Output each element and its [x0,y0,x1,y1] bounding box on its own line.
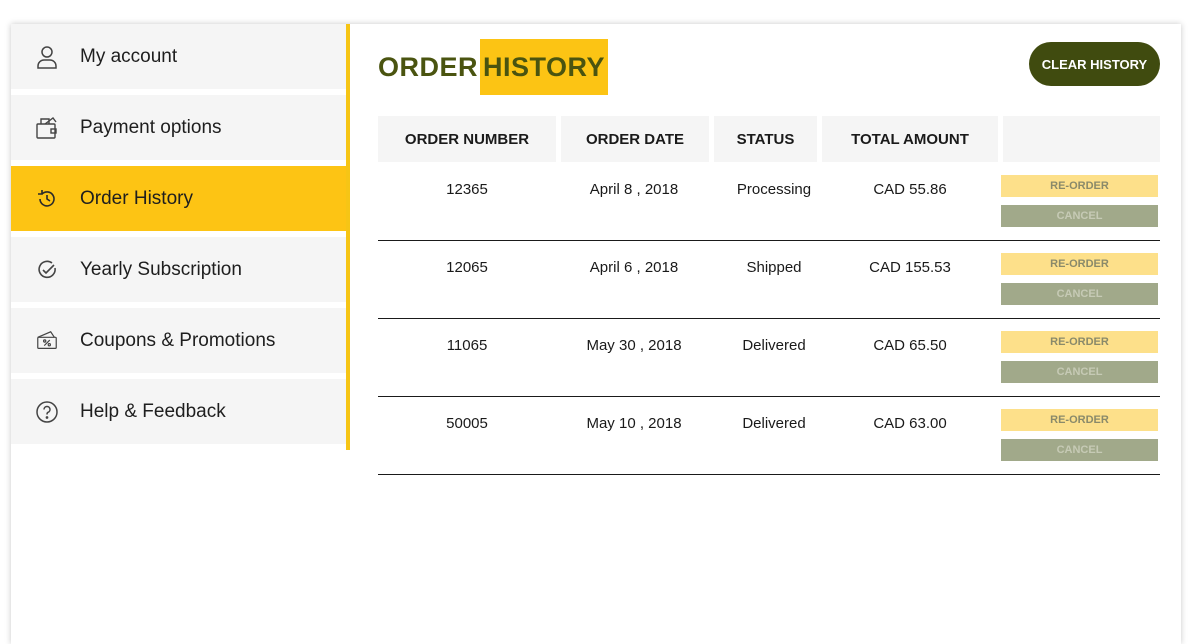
column-header-total-amount: TOTAL AMOUNT [822,116,998,162]
reorder-button[interactable]: RE-ORDER [1001,175,1158,197]
table-row: 11065 May 30 , 2018 Delivered CAD 65.50 … [378,318,1160,397]
help-icon [35,400,59,424]
account-panel: My account Payment options Order History… [11,24,1181,644]
sidebar-item-my-account[interactable]: My account [11,24,346,89]
order-status: Delivered [742,337,806,354]
order-number: 50005 [446,415,488,432]
order-status: Shipped [746,259,802,276]
page-title-part1: ORDER [378,52,479,82]
order-total: CAD 155.53 [869,259,951,276]
order-date: April 8 , 2018 [589,181,679,198]
column-header-order-date: ORDER DATE [561,116,709,162]
sidebar-item-payment-options[interactable]: Payment options [11,95,346,160]
table-row: 50005 May 10 , 2018 Delivered CAD 63.00 … [378,396,1160,475]
column-header-actions [1003,116,1160,162]
order-status: Delivered [742,415,806,432]
column-header-status: STATUS [714,116,817,162]
order-date: May 10 , 2018 [586,415,682,432]
table-row: 12365 April 8 , 2018 Processing CAD 55.8… [378,162,1160,241]
sidebar: My account Payment options Order History… [11,24,350,450]
sidebar-item-label: Help & Feedback [80,400,226,422]
clear-history-button[interactable]: CLEAR HISTORY [1029,42,1160,86]
sidebar-item-help-feedback[interactable]: Help & Feedback [11,379,346,444]
sidebar-item-label: My account [80,45,178,67]
history-icon [35,187,59,211]
order-total: CAD 55.86 [873,181,947,198]
wallet-icon [35,116,59,140]
order-number: 12365 [446,181,488,198]
order-total: CAD 63.00 [873,415,947,432]
sidebar-item-coupons-promotions[interactable]: Coupons & Promotions [11,308,346,373]
reorder-button[interactable]: RE-ORDER [1001,331,1158,353]
order-status: Processing [736,181,812,198]
cancel-button[interactable]: CANCEL [1001,439,1158,461]
check-circle-icon [35,258,59,282]
cancel-button[interactable]: CANCEL [1001,205,1158,227]
order-total: CAD 65.50 [873,337,947,354]
page-title-highlight: HISTORY [480,39,608,95]
user-icon [35,45,59,69]
order-number: 11065 [446,337,488,354]
sidebar-item-label: Order History [80,187,193,209]
coupon-icon [35,329,59,353]
sidebar-item-yearly-subscription[interactable]: Yearly Subscription [11,237,346,302]
sidebar-item-order-history[interactable]: Order History [11,166,346,231]
sidebar-item-label: Payment options [80,116,222,138]
cancel-button[interactable]: CANCEL [1001,283,1158,305]
sidebar-item-label: Yearly Subscription [80,258,242,280]
order-date: May 30 , 2018 [586,337,682,354]
sidebar-item-label: Coupons & Promotions [80,329,276,351]
reorder-button[interactable]: RE-ORDER [1001,253,1158,275]
order-date: April 6 , 2018 [589,259,679,276]
reorder-button[interactable]: RE-ORDER [1001,409,1158,431]
column-header-order-number: ORDER NUMBER [378,116,556,162]
cancel-button[interactable]: CANCEL [1001,361,1158,383]
table-row: 12065 April 6 , 2018 Shipped CAD 155.53 … [378,240,1160,319]
order-number: 12065 [446,259,488,276]
